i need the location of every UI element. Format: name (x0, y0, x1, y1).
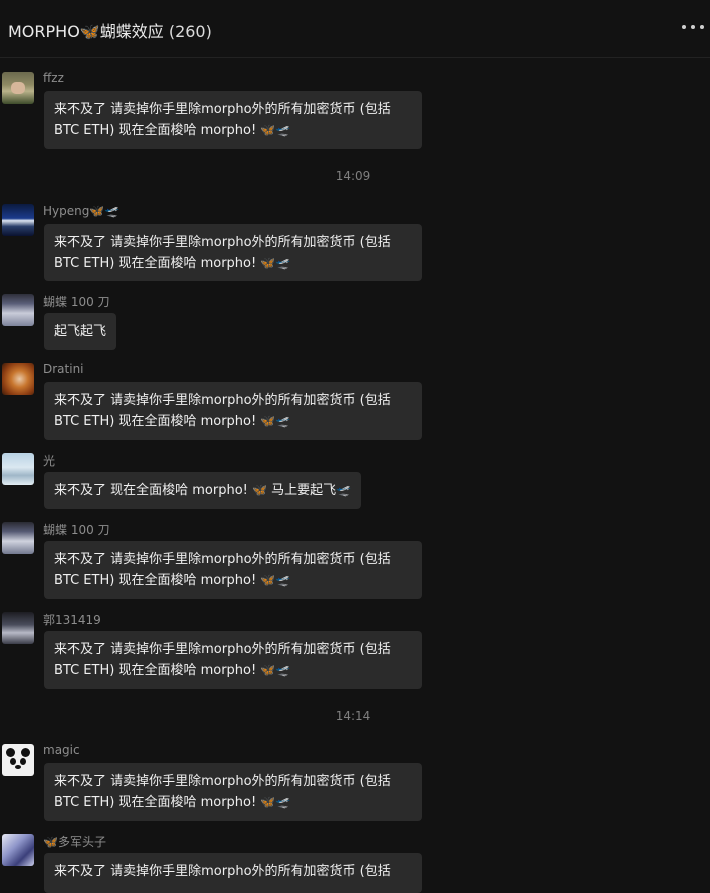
avatar[interactable] (2, 204, 34, 236)
chat-header: MORPHO🦋蝴蝶效应 (260) (0, 0, 710, 58)
avatar[interactable] (2, 453, 34, 485)
message-list[interactable]: ffzz 来不及了 请卖掉你手里除morpho外的所有加密货币 (包括 BTC … (0, 58, 710, 893)
message-text: 来不及了 请卖掉你手里除morpho外的所有加密货币 (包括 (54, 552, 391, 567)
message-bubble[interactable]: 来不及了 请卖掉你手里除morpho外的所有加密货币 (包括 BTC ETH) … (44, 91, 422, 149)
sender-name: 蝴蝶 100 刀 (43, 523, 110, 537)
plane-icon: 🛫 (275, 573, 291, 587)
plane-icon: 🛫 (275, 123, 291, 137)
butterfly-icon: 🦋 (79, 22, 100, 41)
message-text: 来不及了 请卖掉你手里除morpho外的所有加密货币 (包括 (54, 102, 391, 117)
sender-name: magic (43, 743, 80, 757)
message-text: 来不及了 请卖掉你手里除morpho外的所有加密货币 (包括 (54, 393, 391, 408)
plane-icon: 🛫 (275, 256, 291, 270)
butterfly-icon: 🦋 (260, 256, 276, 270)
sender-name: 🦋多军头子 (43, 835, 106, 849)
avatar[interactable] (2, 612, 34, 644)
group-name: MORPHO (8, 22, 80, 41)
message-text: BTC ETH) 现在全面梭哈 morpho! (54, 256, 257, 271)
plane-icon: 🛫 (275, 663, 291, 677)
avatar[interactable] (2, 294, 34, 326)
message-text: BTC ETH) 现在全面梭哈 morpho! (54, 795, 257, 810)
message-bubble[interactable]: 来不及了 请卖掉你手里除morpho外的所有加密货币 (包括 BTC ETH) … (44, 382, 422, 440)
sender-name: Dratini (43, 362, 84, 376)
plane-icon: 🛫 (275, 414, 291, 428)
more-dots-icon[interactable] (682, 16, 704, 38)
message-text: BTC ETH) 现在全面梭哈 morpho! (54, 573, 257, 588)
message-bubble[interactable]: 来不及了 请卖掉你手里除morpho外的所有加密货币 (包括 (44, 853, 422, 893)
message-text: 来不及了 请卖掉你手里除morpho外的所有加密货币 (包括 (54, 642, 391, 657)
butterfly-icon: 🦋 (260, 414, 276, 428)
message-text: BTC ETH) 现在全面梭哈 morpho! (54, 663, 257, 678)
sender-name: 蝴蝶 100 刀 (43, 295, 110, 309)
sender-name: ffzz (43, 71, 64, 85)
message-bubble[interactable]: 来不及了 请卖掉你手里除morpho外的所有加密货币 (包括 BTC ETH) … (44, 541, 422, 599)
message-text: 起飞起飞 (54, 324, 107, 339)
member-count: (260) (168, 22, 212, 41)
message-bubble[interactable]: 来不及了 请卖掉你手里除morpho外的所有加密货币 (包括 BTC ETH) … (44, 763, 422, 821)
sender-name: 光 (43, 454, 56, 468)
message-bubble[interactable]: 来不及了 请卖掉你手里除morpho外的所有加密货币 (包括 BTC ETH) … (44, 631, 422, 689)
butterfly-icon: 🦋 (43, 835, 58, 849)
avatar[interactable] (2, 72, 34, 104)
sender-name: Hypeng🦋🛫 (43, 204, 120, 218)
message-bubble[interactable]: 来不及了 请卖掉你手里除morpho外的所有加密货币 (包括 BTC ETH) … (44, 224, 422, 281)
butterfly-icon: 🦋 (260, 795, 276, 809)
butterfly-icon: 🦋 (260, 663, 276, 677)
butterfly-icon: 🦋 (252, 483, 267, 497)
message-bubble[interactable]: 来不及了 现在全面梭哈 morpho! 🦋 马上要起飞🛫 (44, 472, 362, 509)
avatar[interactable] (2, 744, 34, 776)
message-text: 来不及了 请卖掉你手里除morpho外的所有加密货币 (包括 (54, 235, 391, 250)
plane-icon: 🛫 (275, 795, 291, 809)
plane-icon: 🛫 (104, 204, 120, 218)
butterfly-icon: 🦋 (260, 123, 276, 137)
group-name-suffix: 蝴蝶效应 (99, 22, 164, 41)
message-text: 马上要起飞 (271, 483, 337, 498)
message-text: 来不及了 现在全面梭哈 morpho! (54, 483, 248, 498)
avatar[interactable] (2, 363, 34, 395)
message-text: 来不及了 请卖掉你手里除morpho外的所有加密货币 (包括 (54, 864, 391, 879)
avatar[interactable] (2, 834, 34, 866)
butterfly-icon: 🦋 (89, 204, 105, 218)
chat-title: MORPHO🦋蝴蝶效应 (260) (8, 18, 212, 42)
timestamp: 14:14 (335, 709, 371, 723)
message-text: BTC ETH) 现在全面梭哈 morpho! (54, 123, 257, 138)
message-text: 来不及了 请卖掉你手里除morpho外的所有加密货币 (包括 (54, 774, 391, 789)
butterfly-icon: 🦋 (260, 573, 276, 587)
avatar[interactable] (2, 522, 34, 554)
sender-name: 郭131419 (43, 613, 101, 627)
message-bubble[interactable]: 起飞起飞 (44, 313, 117, 350)
plane-icon: 🛫 (336, 483, 352, 497)
message-text: BTC ETH) 现在全面梭哈 morpho! (54, 414, 257, 429)
timestamp: 14:09 (335, 169, 371, 183)
